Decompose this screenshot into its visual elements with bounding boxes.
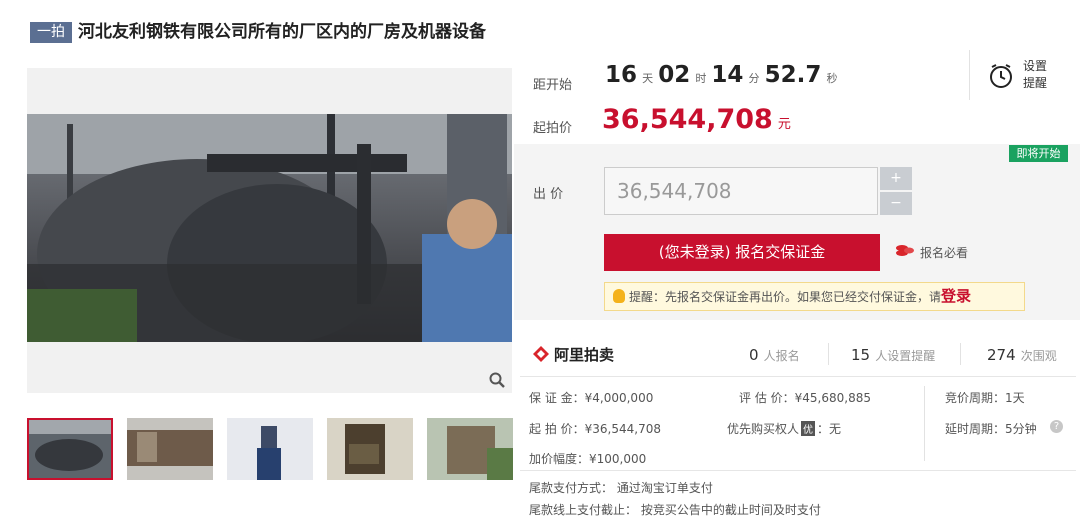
status-badge: 即将开始 — [1009, 145, 1068, 162]
set-reminder-button[interactable]: 设置 提醒 — [1023, 58, 1047, 92]
ali-auction-logo-icon — [532, 345, 550, 367]
hours-unit: 时 — [695, 72, 707, 85]
thumbnail-2[interactable] — [127, 418, 213, 480]
stat-number: 0 — [749, 346, 759, 364]
days-unit: 天 — [642, 72, 654, 85]
thumbnail-3[interactable] — [227, 418, 313, 480]
thumbnail-5[interactable] — [427, 418, 513, 480]
stat-number: 274 — [987, 346, 1016, 364]
main-photo — [27, 114, 512, 342]
alarm-clock-icon[interactable] — [988, 63, 1014, 93]
bid-amount-input[interactable]: 36,544,708 — [604, 167, 878, 215]
increase-bid-button[interactable]: + — [880, 167, 912, 190]
priority-badge: 优 — [801, 421, 816, 436]
login-link[interactable]: 登录 — [941, 287, 971, 305]
payment-method-info: 尾款支付方式： 通过淘宝订单支付 — [529, 481, 713, 495]
stat-unit: 人设置提醒 — [875, 349, 936, 363]
countdown-label: 距开始 — [533, 78, 573, 93]
reminder-line2: 提醒 — [1023, 76, 1048, 90]
deposit-info: 保 证 金：¥4,000,000 — [529, 391, 654, 405]
divider — [520, 376, 1076, 377]
start-price: 36,544,708 元 — [602, 104, 791, 135]
stat-reminders: 15 人设置提醒 — [851, 345, 935, 364]
divider — [520, 470, 1076, 471]
countdown-seconds: 52.7 — [764, 62, 822, 88]
stat-views: 274 次围观 — [987, 345, 1057, 364]
bid-label: 出 价 — [533, 187, 564, 202]
coins-icon — [896, 243, 914, 262]
main-image-viewer[interactable] — [27, 68, 512, 393]
priority-value: ：无 — [817, 422, 842, 436]
brand-name: 阿里拍卖 — [554, 346, 615, 364]
decrease-bid-button[interactable]: − — [880, 192, 912, 215]
divider — [969, 50, 970, 100]
bidding-cycle-info: 竞价周期：1天 — [945, 391, 1025, 405]
divider — [960, 343, 961, 365]
priority-buyer-info: 优先购买权人优：无 — [727, 420, 841, 437]
start-price-info: 起 拍 价：¥36,544,708 — [529, 422, 661, 436]
page-title: 河北友利钢铁有限公司所有的厂区内的厂房及机器设备 — [78, 22, 486, 42]
zoom-icon[interactable] — [489, 372, 505, 392]
stat-unit: 人报名 — [763, 349, 800, 363]
signup-deposit-button[interactable]: (您未登录) 报名交保证金 — [604, 234, 880, 271]
auction-round-badge: 一拍 — [30, 22, 72, 43]
start-price-value: 36,544,708 — [602, 104, 773, 135]
tip-text: 提醒：先报名交保证金再出价。如果您已经交付保证金，请 — [629, 290, 942, 304]
countdown-hours: 02 — [658, 62, 691, 88]
minutes-unit: 分 — [748, 72, 760, 85]
divider — [828, 343, 829, 365]
payment-deadline-info: 尾款线上支付截止： 按竞买公告中的截止时间及时支付 — [529, 503, 821, 517]
login-tip: 提醒：先报名交保证金再出价。如果您已经交付保证金，请登录 — [604, 282, 1025, 311]
must-read-link[interactable]: 报名必看 — [920, 244, 968, 261]
increment-info: 加价幅度：¥100,000 — [529, 452, 647, 466]
delay-cycle-info: 延时周期：5分钟 — [945, 422, 1037, 436]
lightbulb-icon — [613, 289, 625, 303]
stat-unit: 次围观 — [1020, 349, 1057, 363]
countdown: 16 天 02 时 14 分 52.7 秒 — [605, 62, 837, 88]
stat-signups: 0 人报名 — [749, 345, 800, 364]
thumbnail-4[interactable] — [327, 418, 413, 480]
priority-label: 优先购买权人 — [727, 422, 800, 436]
start-price-unit: 元 — [777, 117, 791, 132]
thumbnail-1[interactable] — [27, 418, 113, 480]
countdown-minutes: 14 — [711, 62, 744, 88]
help-icon[interactable]: ? — [1050, 420, 1063, 433]
start-price-label: 起拍价 — [533, 121, 573, 136]
reminder-line1: 设置 — [1023, 59, 1048, 73]
stat-number: 15 — [851, 346, 871, 364]
countdown-days: 16 — [605, 62, 638, 88]
divider — [924, 386, 925, 461]
appraisal-info: 评 估 价：¥45,680,885 — [739, 391, 871, 405]
seconds-unit: 秒 — [826, 72, 838, 85]
